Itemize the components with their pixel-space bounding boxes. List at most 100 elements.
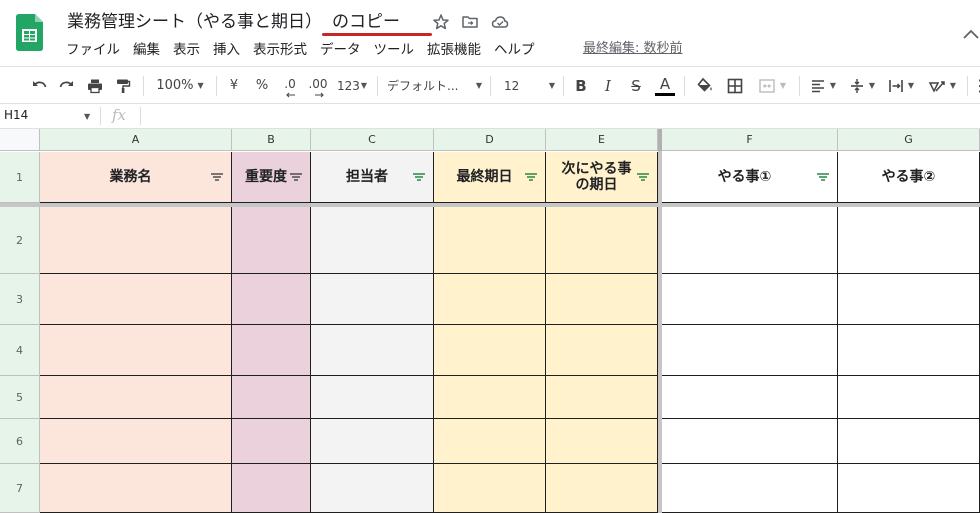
move-folder-icon[interactable]	[461, 13, 479, 31]
font-family-select[interactable]: デフォルト... ▼	[387, 67, 482, 104]
sheets-logo-icon[interactable]	[16, 14, 43, 51]
column-header-e[interactable]: E	[546, 129, 658, 151]
header-cell-g[interactable]: やる事②	[838, 152, 980, 203]
row-header-6[interactable]: 6	[0, 419, 40, 464]
filter-icon[interactable]	[525, 173, 537, 181]
undo-button[interactable]	[28, 67, 50, 104]
table-cell[interactable]	[662, 464, 838, 513]
table-cell[interactable]	[546, 325, 658, 376]
chevron-up-icon[interactable]	[962, 28, 980, 40]
filter-icon[interactable]	[211, 173, 223, 181]
column-header-f[interactable]: F	[662, 129, 838, 151]
filter-icon[interactable]	[290, 173, 302, 181]
italic-button[interactable]: I	[598, 67, 618, 104]
table-cell[interactable]	[838, 419, 980, 464]
column-header-a[interactable]: A	[40, 129, 232, 151]
last-edit-link[interactable]: 最終編集: 数秒前	[583, 40, 683, 58]
table-cell[interactable]	[311, 376, 434, 419]
menu-data[interactable]: データ	[320, 41, 361, 59]
table-cell[interactable]	[40, 464, 232, 513]
table-cell[interactable]	[232, 464, 311, 513]
table-cell[interactable]	[434, 325, 546, 376]
table-cell[interactable]	[662, 325, 838, 376]
font-size-select[interactable]: 12 ▼	[500, 67, 555, 104]
header-cell-b[interactable]: 重要度	[232, 152, 311, 203]
table-cell[interactable]	[232, 325, 311, 376]
horizontal-align-button[interactable]: ▼	[806, 67, 840, 104]
borders-button[interactable]	[724, 67, 746, 104]
table-cell[interactable]	[838, 207, 980, 274]
table-cell[interactable]	[434, 207, 546, 274]
table-cell[interactable]	[546, 376, 658, 419]
more-tools-button[interactable]: ⋮	[972, 67, 980, 104]
star-icon[interactable]	[432, 13, 450, 31]
strikethrough-button[interactable]: S	[626, 67, 646, 104]
menu-file[interactable]: ファイル	[66, 41, 120, 59]
print-button[interactable]	[84, 67, 106, 104]
paint-format-button[interactable]	[112, 67, 134, 104]
menu-edit[interactable]: 編集	[133, 41, 160, 59]
table-cell[interactable]	[546, 207, 658, 274]
table-cell[interactable]	[40, 274, 232, 325]
filter-icon[interactable]	[817, 173, 829, 181]
table-cell[interactable]	[546, 464, 658, 513]
text-wrap-button[interactable]: ▼	[884, 67, 918, 104]
table-cell[interactable]	[40, 376, 232, 419]
table-cell[interactable]	[838, 325, 980, 376]
bold-button[interactable]: B	[571, 67, 591, 104]
select-all-corner[interactable]	[0, 129, 40, 151]
table-cell[interactable]	[232, 274, 311, 325]
table-cell[interactable]	[838, 464, 980, 513]
table-cell[interactable]	[232, 207, 311, 274]
menu-tools[interactable]: ツール	[374, 41, 415, 59]
menu-view[interactable]: 表示	[173, 41, 200, 59]
table-cell[interactable]	[232, 419, 311, 464]
table-cell[interactable]	[40, 325, 232, 376]
menu-insert[interactable]: 挿入	[213, 41, 240, 59]
decrease-decimal-button[interactable]: .0	[278, 67, 302, 104]
fill-color-button[interactable]	[694, 67, 716, 104]
table-cell[interactable]	[434, 274, 546, 325]
table-cell[interactable]	[662, 419, 838, 464]
table-cell[interactable]	[311, 419, 434, 464]
column-header-d[interactable]: D	[434, 129, 546, 151]
table-cell[interactable]	[838, 274, 980, 325]
table-cell[interactable]	[662, 376, 838, 419]
table-cell[interactable]	[311, 325, 434, 376]
table-cell[interactable]	[662, 207, 838, 274]
zoom-select[interactable]: 100% ▼	[152, 67, 208, 104]
percent-format-button[interactable]: %	[252, 67, 272, 104]
frozen-column-divider[interactable]	[658, 129, 662, 513]
column-header-g[interactable]: G	[838, 129, 980, 151]
text-rotation-button[interactable]: ▼	[924, 67, 960, 104]
vertical-align-button[interactable]: ▼	[845, 67, 879, 104]
number-format-select[interactable]: 123 ▼	[334, 67, 370, 104]
document-title[interactable]: 業務管理シート（やる事と期日） のコピー	[67, 11, 400, 33]
column-header-c[interactable]: C	[311, 129, 434, 151]
caret-down-icon[interactable]: ▼	[84, 112, 90, 121]
table-cell[interactable]	[311, 274, 434, 325]
table-cell[interactable]	[434, 419, 546, 464]
row-header-7[interactable]: 7	[0, 464, 40, 513]
menu-format[interactable]: 表示形式	[253, 41, 307, 59]
header-cell-d[interactable]: 最終期日	[434, 152, 546, 203]
table-cell[interactable]	[40, 419, 232, 464]
header-cell-e[interactable]: 次にやる事 の期日	[546, 152, 658, 203]
menu-extensions[interactable]: 拡張機能	[427, 41, 481, 59]
table-cell[interactable]	[232, 376, 311, 419]
row-header-4[interactable]: 4	[0, 325, 40, 376]
menu-help[interactable]: ヘルプ	[494, 41, 535, 59]
table-cell[interactable]	[838, 376, 980, 419]
filter-icon[interactable]	[637, 173, 649, 181]
row-header-1[interactable]: 1	[0, 152, 40, 203]
table-cell[interactable]	[662, 274, 838, 325]
filter-icon[interactable]	[413, 173, 425, 181]
frozen-row-divider[interactable]	[0, 203, 980, 207]
table-cell[interactable]	[546, 274, 658, 325]
table-cell[interactable]	[546, 419, 658, 464]
cloud-status-icon[interactable]	[491, 13, 509, 31]
text-color-button[interactable]: A	[654, 67, 676, 104]
table-cell[interactable]	[40, 207, 232, 274]
header-cell-f[interactable]: やる事①	[662, 152, 838, 203]
table-cell[interactable]	[311, 207, 434, 274]
